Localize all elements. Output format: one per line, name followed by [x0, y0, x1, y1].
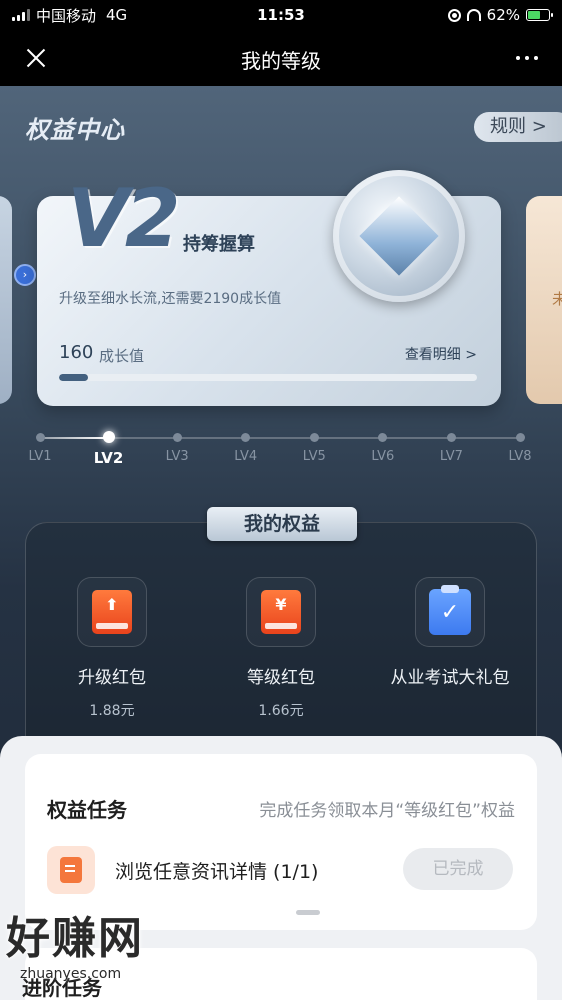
view-details-link[interactable]: 查看明细 >	[405, 344, 477, 364]
timeline-dot	[102, 431, 115, 443]
timeline-dot	[378, 433, 388, 442]
news-document-icon	[47, 846, 95, 894]
yen-red-envelope-icon: ¥	[261, 590, 301, 634]
status-right: 62%	[447, 6, 553, 24]
timeline-node-lv6[interactable]: LV6	[353, 432, 413, 464]
drag-handle[interactable]	[296, 910, 320, 915]
growth-progress-fill	[59, 374, 89, 381]
timeline-dot	[241, 433, 251, 442]
level-timeline: LV1 LV2 LV3 LV4 LV5 LV6 LV7 LV8	[0, 431, 562, 472]
page-title: 我的等级	[241, 49, 321, 73]
task-completed-button[interactable]: 已完成	[403, 848, 513, 890]
benefit-upgrade-red-envelope[interactable]: ⬆ 升级红包 1.88元	[27, 577, 197, 720]
timeline-node-lv7[interactable]: LV7	[421, 432, 481, 464]
timeline-dot	[35, 433, 45, 442]
level-coin-icon	[333, 170, 465, 302]
clipboard-check-icon: ✓	[429, 585, 471, 635]
close-icon[interactable]	[22, 44, 50, 72]
timeline-label: LV4	[234, 449, 258, 464]
level-name: 持筹握算	[183, 234, 255, 255]
benefit-tasks-card: 权益任务 完成任务领取本月“等级红包”权益 浏览任意资讯详情 (1/1) 已完成	[25, 754, 537, 930]
timeline-node-lv5[interactable]: LV5	[284, 432, 344, 464]
benefit-value: 1.88元	[89, 703, 135, 719]
task-label: 浏览任意资讯详情 (1/1)	[115, 861, 319, 883]
signal-icon	[12, 9, 30, 21]
timeline-node-lv4[interactable]: LV4	[216, 432, 276, 464]
benefit-icon-box: ⬆	[77, 577, 147, 647]
growth-value: 160	[59, 342, 94, 363]
current-level-card: V2 持筹握算 升级至细水长流,还需要2190成长值 160 成长值 查看明细 …	[37, 170, 501, 406]
network-type: 4G	[106, 6, 128, 24]
timeline-node-lv3[interactable]: LV3	[147, 432, 207, 464]
next-level-card[interactable]: 未	[526, 196, 562, 404]
benefit-label: 升级红包	[78, 668, 146, 688]
chevron-right-icon[interactable]: ›	[14, 264, 36, 286]
benefit-level-red-envelope[interactable]: ¥ 等级红包 1.66元	[196, 577, 366, 720]
timeline-node-lv2[interactable]: LV2	[79, 431, 139, 467]
benefit-exam-gift-pack[interactable]: ✓ 从业考试大礼包	[365, 577, 535, 700]
diamond-icon	[359, 196, 439, 276]
battery-icon	[526, 9, 553, 21]
upgrade-red-envelope-icon: ⬆	[92, 590, 132, 634]
timeline-label: LV2	[93, 449, 124, 467]
timeline-node-lv8[interactable]: LV8	[490, 432, 550, 464]
timeline-dot	[172, 433, 182, 442]
rules-button[interactable]: 规则 >	[474, 112, 562, 142]
rights-center-title: 权益中心	[25, 116, 125, 144]
tasks-title: 权益任务	[47, 798, 127, 822]
timeline-label: LV7	[439, 449, 463, 464]
next-level-card-text: 未	[552, 290, 562, 308]
carrier-name: 中国移动	[36, 6, 97, 25]
level-badge: V2	[67, 172, 181, 265]
nav-bar: 我的等级	[0, 30, 562, 86]
benefit-icon-box: ¥	[246, 577, 316, 647]
upgrade-requirement: 升级至细水长流,还需要2190成长值	[59, 291, 282, 307]
benefit-icon-box: ✓	[415, 577, 485, 647]
advanced-tasks-title: 进阶任务	[22, 976, 102, 1000]
timeline-dot	[309, 433, 319, 442]
benefit-value: 1.66元	[258, 703, 304, 719]
growth-unit: 成长值	[99, 347, 145, 365]
timeline-label: LV1	[28, 449, 52, 464]
timeline-label: LV5	[302, 449, 326, 464]
timeline-dot	[515, 433, 525, 442]
timeline-label: LV3	[165, 449, 189, 464]
previous-level-card[interactable]	[0, 196, 12, 404]
growth-progress-bar	[59, 374, 477, 381]
tasks-sheet: 权益任务 完成任务领取本月“等级红包”权益 浏览任意资讯详情 (1/1) 已完成…	[0, 736, 562, 1000]
benefits-title: 我的权益	[207, 507, 357, 541]
timeline-label: LV8	[508, 449, 532, 464]
more-options-icon[interactable]	[512, 48, 542, 68]
timeline-node-lv1[interactable]: LV1	[10, 432, 70, 464]
timeline-dot	[446, 433, 456, 442]
benefit-label: 等级红包	[247, 668, 315, 688]
orientation-lock-icon	[447, 8, 461, 22]
battery-percent: 62%	[486, 6, 520, 24]
headphones-icon	[466, 9, 481, 21]
timeline-label: LV6	[371, 449, 395, 464]
status-bar: 中国移动 4G 11:53 62%	[0, 0, 562, 30]
tasks-subtitle: 完成任务领取本月“等级红包”权益	[259, 801, 515, 821]
benefit-label: 从业考试大礼包	[390, 668, 510, 688]
